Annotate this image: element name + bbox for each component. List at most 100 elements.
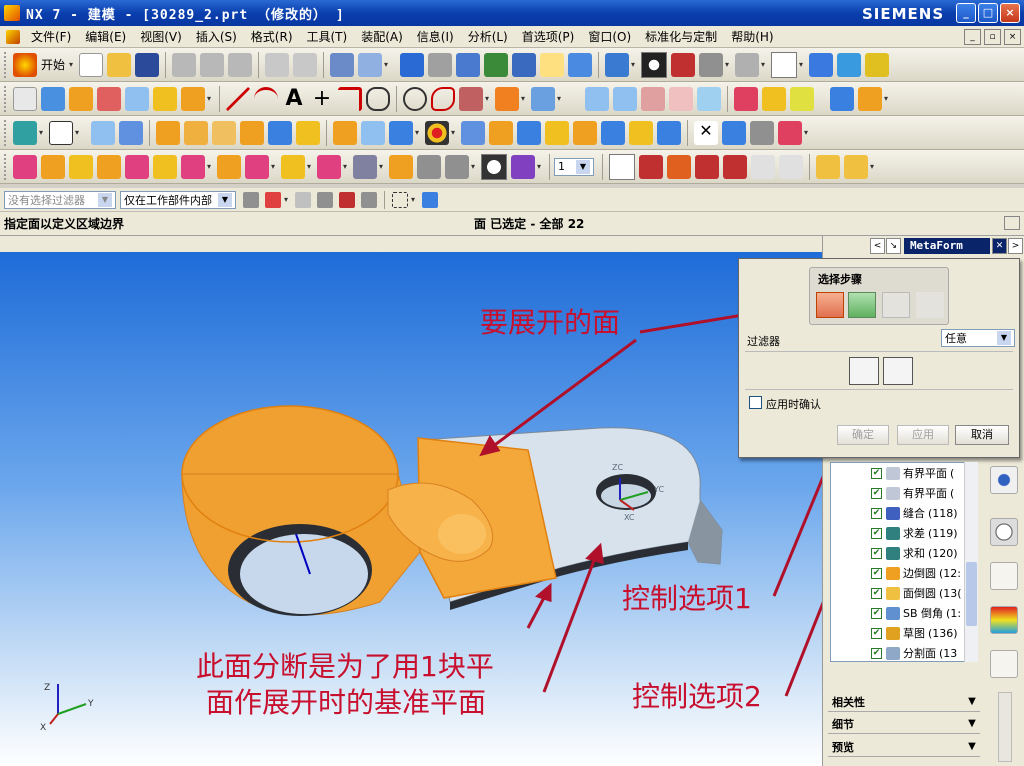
visibility-checkbox[interactable]: ✔ [871,487,882,499]
tree-row[interactable]: ✔ 边倒圆 (12: [831,563,977,583]
fit-view-icon[interactable] [400,52,425,77]
selection-filter-icon[interactable] [243,191,259,208]
repeat-command-icon[interactable] [330,52,355,77]
region-step-button[interactable] [882,292,910,318]
tree-scroll-thumb[interactable] [966,562,977,626]
tree-row[interactable]: ✔ SB 倒角 (1: [831,603,977,623]
offset-face-icon[interactable]: ✕ [694,120,718,145]
mdi-restore-button[interactable]: ▫ [984,29,1001,45]
studio-spline-icon[interactable] [97,86,121,111]
spline-icon[interactable] [459,86,483,111]
visibility-checkbox[interactable]: ✔ [871,567,882,579]
status-toggle-icon[interactable] [1004,216,1020,230]
shade-dropdown[interactable]: ▾ [725,60,733,69]
block-icon[interactable] [156,120,180,145]
solid-select-icon[interactable] [422,191,438,208]
redo-icon[interactable] [293,52,318,77]
replace-feature-icon[interactable] [181,154,205,179]
wcs-icon[interactable] [865,52,890,77]
wcs-orient-icon[interactable] [695,154,719,179]
filter-select[interactable]: 任意 ▼ [941,329,1015,347]
text-icon[interactable]: A [282,86,306,111]
magnify-icon[interactable] [484,52,509,77]
ellipse-icon[interactable] [403,86,427,111]
menu-format[interactable]: 格式(R) [244,28,300,45]
sketch-face-icon[interactable] [125,86,149,111]
section-preview[interactable]: 预览 ▼ [828,737,980,757]
sew-dropdown[interactable]: ▾ [471,162,479,171]
swept-icon[interactable] [641,86,665,111]
face-to-unfold-step-button[interactable] [816,292,844,318]
metaform-pin-button[interactable]: ↘ [885,238,901,254]
project-dropdown[interactable]: ▾ [557,94,565,103]
mesh-surface-icon[interactable] [613,86,637,111]
type-filter-select[interactable]: 没有选择过滤器 ▼ [4,190,116,209]
tree-row[interactable]: ✔ 面倒圆 (13( [831,583,977,603]
intent-icon[interactable] [339,191,355,208]
undo-icon[interactable] [265,52,290,77]
close-button[interactable]: × [1000,3,1020,23]
ok-button[interactable]: 确定 [837,425,889,445]
update-dropdown[interactable]: ▾ [307,162,315,171]
suppress-icon[interactable] [125,154,149,179]
layer-icon[interactable] [809,52,834,77]
trim-icon[interactable] [790,86,814,111]
tree-row[interactable]: ✔ 有界平面( [831,483,977,503]
subtract-icon[interactable] [489,120,513,145]
constraint-icon[interactable] [181,86,205,111]
clock-icon[interactable] [481,153,507,180]
patch-icon[interactable] [778,120,802,145]
rect-dropdown[interactable]: ▾ [411,195,419,204]
pan-icon[interactable] [540,52,565,77]
mdi-minimize-button[interactable]: _ [964,29,981,45]
constraint-dropdown[interactable]: ▾ [207,94,215,103]
remove-params-icon[interactable] [353,154,377,179]
reorder-icon[interactable] [97,154,121,179]
menu-analysis[interactable]: 分析(L) [461,28,515,45]
roles-icon[interactable] [990,650,1018,678]
background-icon[interactable] [735,52,760,77]
metaform-next-button[interactable]: > [1008,238,1023,254]
fillet-curve-icon[interactable] [338,86,362,111]
boss-icon[interactable] [296,120,320,145]
curve-rule-icon[interactable] [295,191,311,208]
analysis-icon[interactable] [734,86,758,111]
reuse-library-icon[interactable] [990,466,1018,494]
edit-feature-icon[interactable] [13,154,37,179]
playback-icon[interactable] [245,154,269,179]
update-icon[interactable] [281,154,305,179]
blend-icon[interactable] [858,86,882,111]
chevron-down-icon[interactable]: ▼ [964,716,980,732]
trim-body-icon[interactable] [545,120,569,145]
control-option-2-button[interactable] [883,357,913,385]
patch-dropdown[interactable]: ▾ [804,128,812,137]
draft-icon[interactable] [750,120,774,145]
control-option-1-button[interactable] [849,357,879,385]
menu-view[interactable]: 视图(V) [133,28,189,45]
confirm-on-apply-checkbox[interactable] [749,396,762,409]
fixed-face-step-button[interactable] [848,292,876,318]
orient-dropdown[interactable]: ▾ [631,60,639,69]
split-body-icon[interactable] [573,120,597,145]
zoom-icon[interactable] [456,52,481,77]
cancel-button[interactable]: 取消 [955,425,1009,445]
thicken-icon[interactable] [762,86,786,111]
toolbar-grip[interactable] [4,51,8,78]
app-menu-icon[interactable] [6,29,20,44]
menu-window[interactable]: 窗口(O) [581,28,638,45]
visibility-checkbox[interactable]: ✔ [871,467,882,479]
cylinder-icon[interactable] [184,120,208,145]
tree-row[interactable]: ✔ 求差 (119) [831,523,977,543]
polygon-icon[interactable] [366,86,390,111]
extension-icon[interactable] [830,86,854,111]
sphere-icon[interactable] [240,120,264,145]
toolbar-grip[interactable] [4,85,8,112]
sew-icon[interactable] [445,154,469,179]
menu-assembly[interactable]: 装配(A) [354,28,410,45]
section-dependencies[interactable]: 相关性 ▼ [828,692,980,712]
pocket-icon[interactable] [333,120,357,145]
zoom-window-icon[interactable] [428,52,453,77]
sketch-rect-icon[interactable] [49,120,73,145]
bridge-icon[interactable] [697,86,721,111]
system-materials-icon[interactable] [990,562,1018,590]
